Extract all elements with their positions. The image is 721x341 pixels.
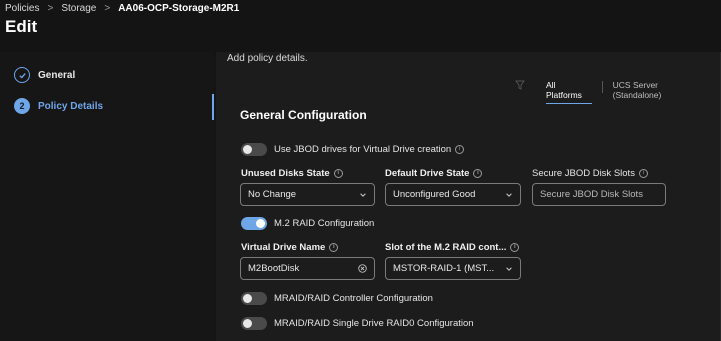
secure-jbod-label: Secure JBOD Disk Slots [532, 168, 635, 179]
mraid-controller-toggle[interactable] [241, 292, 267, 305]
chevron-down-icon [506, 192, 512, 197]
m2-slot-value: MSTOR-RAID-1 (MST... [393, 263, 495, 274]
step-policy-details-label: Policy Details [38, 100, 104, 112]
breadcrumb-current: AA06-OCP-Storage-M2R1 [118, 2, 240, 14]
unused-disks-label-wrap: Unused Disks State i [241, 168, 343, 179]
toggle-knob [256, 219, 265, 228]
m2-slot-label: Slot of the M.2 RAID cont... [385, 242, 507, 253]
step-policy-details[interactable]: 2 Policy Details [14, 96, 103, 116]
filter-icon[interactable] [515, 80, 525, 90]
m2-raid-toggle[interactable] [241, 217, 267, 230]
unused-disks-select[interactable]: No Change [240, 183, 375, 206]
breadcrumb-storage[interactable]: Storage [61, 3, 96, 14]
section-title: General Configuration [240, 108, 367, 122]
info-icon[interactable]: i [455, 144, 465, 154]
raid0-toggle-label: MRAID/RAID Single Drive RAID0 Configurat… [274, 318, 474, 329]
chevron-down-icon [360, 192, 366, 197]
breadcrumb-separator: > [47, 2, 54, 14]
chevron-down-icon [506, 266, 512, 271]
step-general[interactable]: General [14, 65, 75, 85]
step-general-label: General [38, 69, 76, 81]
page-title: Edit [5, 17, 38, 36]
breadcrumb: Policies > Storage > AA06-OCP-Storage-M2… [5, 1, 239, 15]
m2-slot-select[interactable]: MSTOR-RAID-1 (MST... [385, 257, 521, 280]
secure-jbod-input[interactable]: Secure JBOD Disk Slots [532, 183, 666, 206]
m2-raid-toggle-label: M.2 RAID Configuration [274, 218, 375, 229]
wizard-steps-sidebar: General 2 Policy Details [0, 52, 214, 341]
jbod-toggle-label: Use JBOD drives for Virtual Drive creati… [274, 144, 452, 155]
raid0-toggle[interactable] [241, 317, 267, 330]
policy-details-panel: Add policy details. All Platforms UCS Se… [216, 52, 721, 341]
default-drive-label: Default Drive State [385, 168, 470, 179]
check-icon [14, 67, 30, 83]
default-drive-label-wrap: Default Drive State i [385, 168, 483, 179]
active-step-indicator [212, 94, 214, 120]
mraid-controller-toggle-label: MRAID/RAID Controller Configuration [274, 293, 433, 304]
virtual-drive-label-wrap: Virtual Drive Name i [241, 242, 339, 253]
secure-jbod-placeholder: Secure JBOD Disk Slots [540, 189, 643, 200]
info-icon[interactable]: i [329, 242, 339, 252]
platform-tabs: All Platforms UCS Server (Standalone) [546, 77, 721, 104]
secure-jbod-label-wrap: Secure JBOD Disk Slots i [532, 168, 648, 179]
info-icon[interactable]: i [638, 168, 648, 178]
info-icon[interactable]: i [473, 168, 483, 178]
jbod-toggle[interactable] [241, 143, 267, 156]
breadcrumb-separator: > [104, 2, 111, 14]
tab-all-platforms[interactable]: All Platforms [546, 77, 592, 104]
tab-divider [601, 81, 603, 93]
default-drive-value: Unconfigured Good [393, 189, 476, 200]
default-drive-select[interactable]: Unconfigured Good [385, 183, 521, 206]
step-number-badge: 2 [14, 98, 30, 114]
info-icon[interactable]: i [510, 242, 520, 252]
virtual-drive-name-value: M2BootDisk [248, 263, 300, 274]
info-icon[interactable]: i [333, 168, 343, 178]
clear-icon[interactable] [358, 264, 367, 273]
toggle-knob [243, 319, 252, 328]
toggle-knob [243, 294, 252, 303]
breadcrumb-policies[interactable]: Policies [5, 3, 39, 14]
m2-slot-label-wrap: Slot of the M.2 RAID cont... i [385, 242, 520, 253]
tab-ucs-server-standalone[interactable]: UCS Server (Standalone) [613, 77, 705, 104]
virtual-drive-name-input[interactable]: M2BootDisk [240, 257, 375, 280]
toggle-knob [243, 145, 252, 154]
virtual-drive-label: Virtual Drive Name [241, 242, 326, 253]
unused-disks-label: Unused Disks State [241, 168, 330, 179]
unused-disks-value: No Change [248, 189, 297, 200]
intro-text: Add policy details. [227, 53, 308, 64]
jbod-toggle-label-wrap: Use JBOD drives for Virtual Drive creati… [274, 144, 465, 155]
